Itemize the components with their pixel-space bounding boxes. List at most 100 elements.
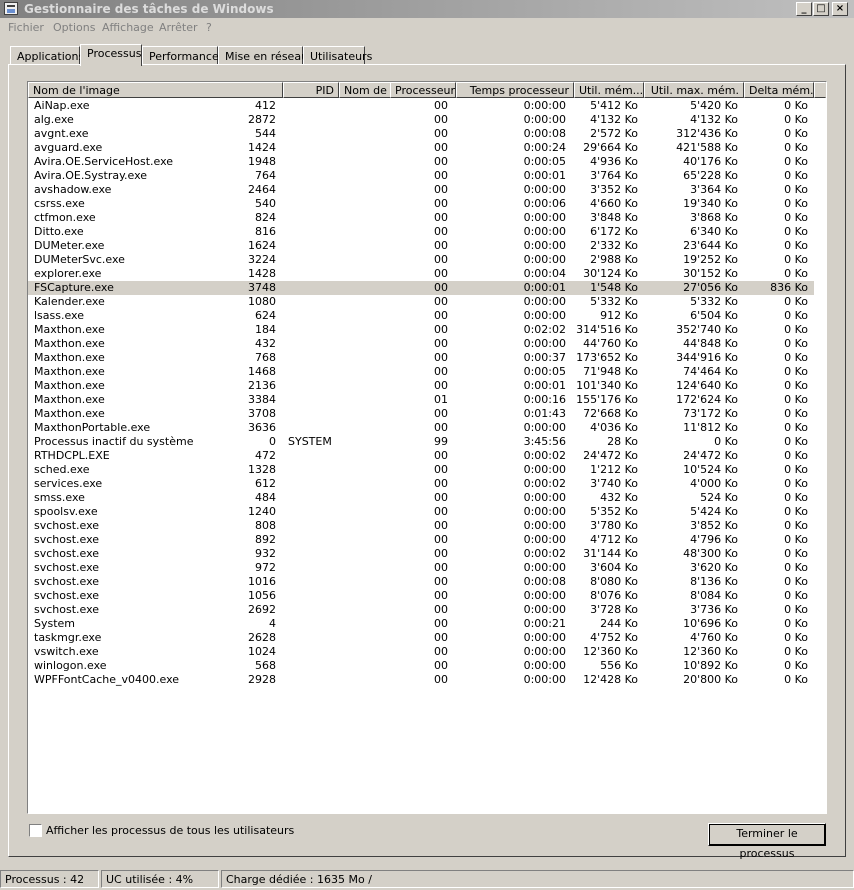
column-cpu-time[interactable]: Temps processeur (456, 82, 574, 98)
cell-pid: 544 (255, 127, 276, 140)
cell-cpu-time: 0:00:00 (523, 421, 566, 434)
table-row[interactable]: Avira.OE.ServiceHost.exe 1948 00 0:00:05 4'9… (28, 155, 814, 169)
table-row[interactable]: Avira.OE.Systray.exe 764 00 0:00:01 3'764 Ko… (28, 169, 814, 183)
end-process-button[interactable]: Terminer le processus (708, 823, 826, 860)
table-row[interactable]: Maxthon.exe 768 00 0:00:37 173'652 Ko 344'916… (28, 351, 814, 365)
minimize-button[interactable]: _ (796, 2, 812, 16)
cell-mem-delta: 0 Ko (784, 575, 808, 588)
cell-user-name (288, 463, 388, 477)
table-row[interactable]: services.exe 612 00 0:00:02 3'740 Ko 4'000 Ko… (28, 477, 814, 491)
table-row[interactable]: svchost.exe 1016 00 0:00:08 8'080 Ko 8'136 Ko… (28, 575, 814, 589)
cell-processor: 00 (434, 491, 448, 504)
column-mem-usage[interactable]: Util. mém... (574, 82, 644, 98)
close-button[interactable]: × (832, 2, 848, 16)
table-row[interactable]: WPFFontCache_v0400.exe 2928 00 0:00:00 12'42… (28, 673, 814, 687)
table-row[interactable]: spoolsv.exe 1240 00 0:00:00 5'352 Ko 5'424 Ko… (28, 505, 814, 519)
title-bar[interactable]: Gestionnaire des tâches de Windows _ □ × (0, 0, 854, 18)
table-row[interactable]: csrss.exe 540 00 0:00:06 4'660 Ko 19'340 Ko 0 … (28, 197, 814, 211)
cell-pid: 2928 (248, 673, 276, 686)
menu-options[interactable]: Options (53, 21, 95, 34)
table-row[interactable]: svchost.exe 808 00 0:00:00 3'780 Ko 3'852 Ko 0… (28, 519, 814, 533)
cell-processor: 00 (434, 603, 448, 616)
table-row[interactable]: explorer.exe 1428 00 0:00:04 30'124 Ko 30'152… (28, 267, 814, 281)
cell-mem-usage: 12'428 Ko (583, 673, 638, 686)
menu-fichier[interactable]: Fichier (8, 21, 44, 34)
table-row[interactable]: Maxthon.exe 3384 01 0:00:16 155'176 Ko 172'62… (28, 393, 814, 407)
cell-cpu-time: 0:00:21 (523, 617, 566, 630)
tab-mise-en-reseau[interactable]: Mise en réseau (218, 46, 308, 64)
table-row[interactable]: Maxthon.exe 2136 00 0:00:01 101'340 Ko 124'64… (28, 379, 814, 393)
cell-peak-mem-usage: 24'472 Ko (683, 449, 738, 462)
table-row[interactable]: avgnt.exe 544 00 0:00:08 2'572 Ko 312'436 Ko 0… (28, 127, 814, 141)
table-row[interactable]: DUMeterSvc.exe 3224 00 0:00:00 2'988 Ko 19'25… (28, 253, 814, 267)
table-row[interactable]: sched.exe 1328 00 0:00:00 1'212 Ko 10'524 Ko 0… (28, 463, 814, 477)
cell-cpu-time: 0:00:00 (523, 561, 566, 574)
table-row[interactable]: FSCapture.exe 3748 00 0:00:01 1'548 Ko 27'056… (28, 281, 814, 295)
maximize-button[interactable]: □ (813, 2, 829, 16)
table-row[interactable]: RTHDCPL.EXE 472 00 0:00:02 24'472 Ko 24'472 K… (28, 449, 814, 463)
menu-arreter[interactable]: Arrêter (159, 21, 198, 34)
cell-peak-mem-usage: 6'340 Ko (690, 225, 738, 238)
tab-processus[interactable]: Processus (80, 44, 142, 66)
table-row[interactable]: System 4 00 0:00:21 244 Ko 10'696 Ko 0 Ko (28, 617, 814, 631)
table-row[interactable]: AiNap.exe 412 00 0:00:00 5'412 Ko 5'420 Ko 0 K… (28, 99, 814, 113)
cell-processor: 00 (434, 239, 448, 252)
cell-mem-usage: 8'080 Ko (590, 575, 638, 588)
tab-utilisateurs[interactable]: Utilisateurs (303, 46, 372, 64)
cell-cpu-time: 0:00:00 (523, 337, 566, 350)
table-row[interactable]: svchost.exe 972 00 0:00:00 3'604 Ko 3'620 Ko 0… (28, 561, 814, 575)
process-list[interactable]: Nom de l'image PID Nom de Processeur Tem… (27, 81, 827, 814)
table-row[interactable]: Maxthon.exe 432 00 0:00:00 44'760 Ko 44'848 K… (28, 337, 814, 351)
table-row[interactable]: taskmgr.exe 2628 00 0:00:00 4'752 Ko 4'760 Ko… (28, 631, 814, 645)
table-row[interactable]: winlogon.exe 568 00 0:00:00 556 Ko 10'892 Ko 0… (28, 659, 814, 673)
cell-cpu-time: 0:00:00 (523, 659, 566, 672)
table-row[interactable]: Maxthon.exe 3708 00 0:01:43 72'668 Ko 73'172 … (28, 407, 814, 421)
menu-affichage[interactable]: Affichage (102, 21, 154, 34)
cell-peak-mem-usage: 73'172 Ko (683, 407, 738, 420)
cell-pid: 568 (255, 659, 276, 672)
table-row[interactable]: Ditto.exe 816 00 0:00:00 6'172 Ko 6'340 Ko 0 K… (28, 225, 814, 239)
show-all-users-checkbox[interactable] (29, 824, 42, 837)
tab-performances[interactable]: Performances (142, 46, 224, 64)
table-row[interactable]: lsass.exe 624 00 0:00:00 912 Ko 6'504 Ko 0 Ko (28, 309, 814, 323)
table-row[interactable]: ctfmon.exe 824 00 0:00:00 3'848 Ko 3'868 Ko 0 … (28, 211, 814, 225)
menu-help[interactable]: ? (206, 21, 212, 34)
cell-pid: 432 (255, 337, 276, 350)
column-pid[interactable]: PID (283, 82, 339, 98)
column-peak-mem-usage[interactable]: Util. max. mém. (644, 82, 744, 98)
cell-mem-usage: 2'988 Ko (590, 253, 638, 266)
table-row[interactable]: svchost.exe 2692 00 0:00:00 3'728 Ko 3'736 Ko… (28, 603, 814, 617)
cell-processor: 00 (434, 673, 448, 686)
cell-mem-usage: 3'604 Ko (590, 561, 638, 574)
table-row[interactable]: avguard.exe 1424 00 0:00:24 29'664 Ko 421'588… (28, 141, 814, 155)
tab-applications[interactable]: Applications (10, 46, 84, 64)
table-row[interactable]: smss.exe 484 00 0:00:00 432 Ko 524 Ko 0 Ko (28, 491, 814, 505)
cell-cpu-time: 0:00:00 (523, 239, 566, 252)
table-row[interactable]: svchost.exe 932 00 0:00:02 31'144 Ko 48'300 K… (28, 547, 814, 561)
cell-pid: 892 (255, 533, 276, 546)
cell-mem-usage: 4'660 Ko (590, 197, 638, 210)
cell-cpu-time: 0:01:43 (523, 407, 566, 420)
cell-processor: 00 (434, 631, 448, 644)
table-row[interactable]: svchost.exe 1056 00 0:00:00 8'076 Ko 8'084 Ko… (28, 589, 814, 603)
column-processor[interactable]: Processeur (390, 82, 456, 98)
column-image-name[interactable]: Nom de l'image (28, 82, 283, 98)
table-row[interactable]: svchost.exe 892 00 0:00:00 4'712 Ko 4'796 Ko 0… (28, 533, 814, 547)
cell-mem-delta: 0 Ko (784, 225, 808, 238)
status-cpu-usage: UC utilisée : 4% (101, 870, 219, 888)
table-row[interactable]: Maxthon.exe 184 00 0:02:02 314'516 Ko 352'740… (28, 323, 814, 337)
table-row[interactable]: Maxthon.exe 1468 00 0:00:05 71'948 Ko 74'464 … (28, 365, 814, 379)
cell-pid: 3636 (248, 421, 276, 434)
column-mem-delta[interactable]: Delta mém. (744, 82, 814, 98)
table-row[interactable]: DUMeter.exe 1624 00 0:00:00 2'332 Ko 23'644 K… (28, 239, 814, 253)
cell-pid: 3748 (248, 281, 276, 294)
table-row[interactable]: avshadow.exe 2464 00 0:00:00 3'352 Ko 3'364 K… (28, 183, 814, 197)
cell-mem-usage: 1'212 Ko (590, 463, 638, 476)
cell-pid: 1056 (248, 589, 276, 602)
table-row[interactable]: Kalender.exe 1080 00 0:00:00 5'332 Ko 5'332 K… (28, 295, 814, 309)
cell-pid: 2692 (248, 603, 276, 616)
table-row[interactable]: MaxthonPortable.exe 3636 00 0:00:00 4'036 Ko… (28, 421, 814, 435)
table-row[interactable]: Processus inactif du système 0 SYSTEM 99 3:4… (28, 435, 814, 449)
table-row[interactable]: vswitch.exe 1024 00 0:00:00 12'360 Ko 12'360 … (28, 645, 814, 659)
table-row[interactable]: alg.exe 2872 00 0:00:00 4'132 Ko 4'132 Ko 0 Ko (28, 113, 814, 127)
